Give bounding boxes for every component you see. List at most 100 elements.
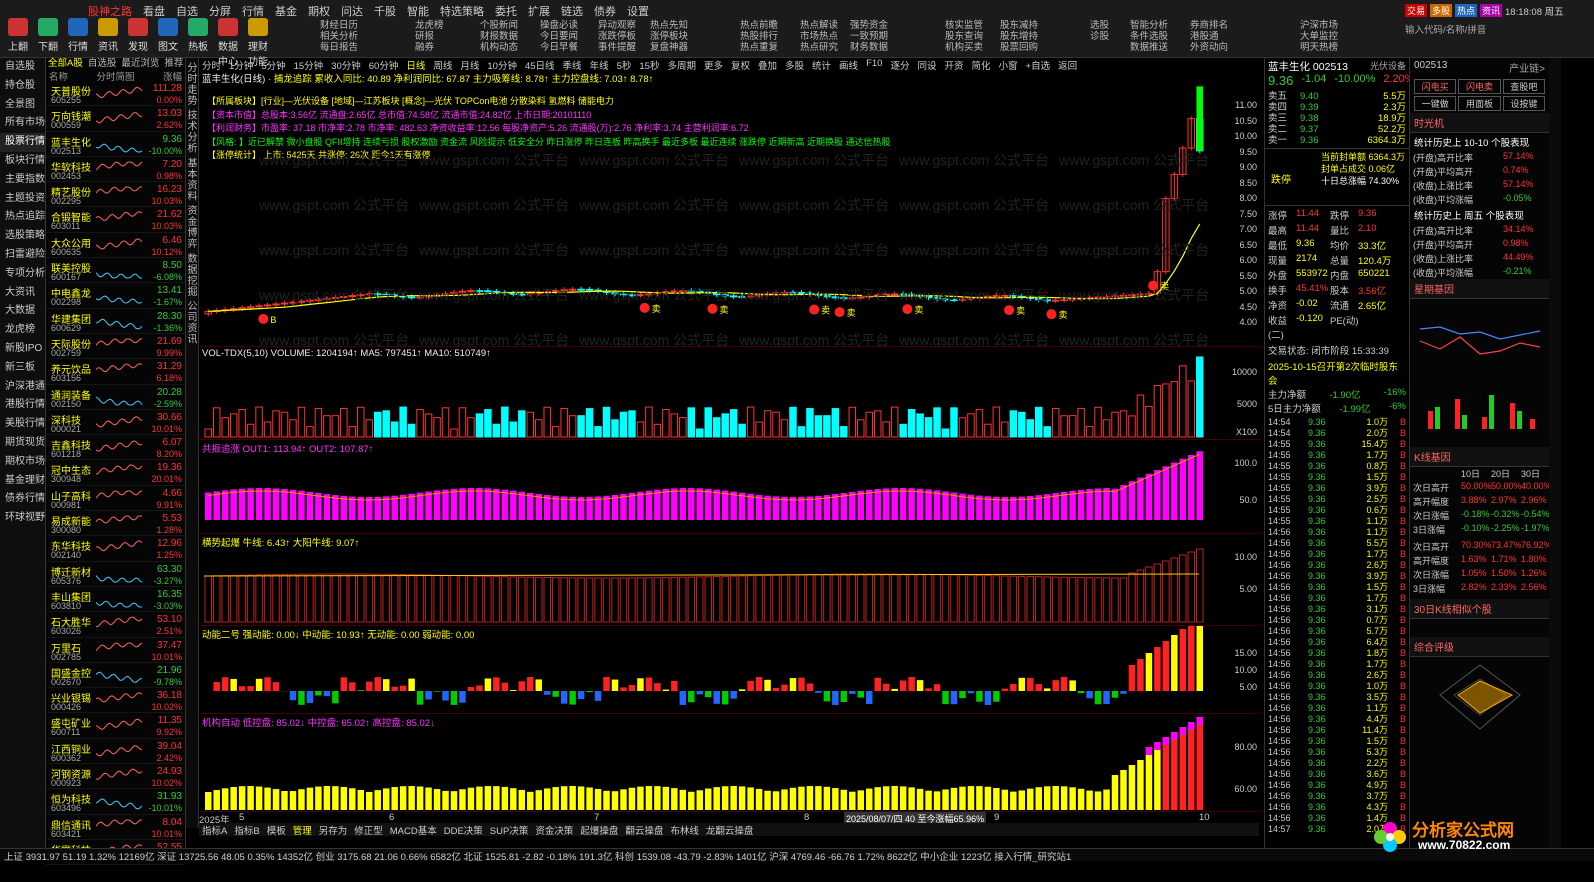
list-item[interactable]: 大众公用 600635 6.46 10.12% (46, 233, 185, 259)
indicator-tab[interactable]: 管理 (293, 823, 312, 837)
list-item[interactable]: 深科技 000021 30.66 10.01% (46, 410, 185, 436)
indicator-tab[interactable]: 修正型 (354, 823, 383, 837)
list-item[interactable]: 万向钱潮 000559 13.03 2.62% (46, 106, 185, 132)
quick-tab-trade[interactable]: 交易 (1405, 4, 1428, 17)
period-5[interactable]: 60分钟 (369, 58, 399, 72)
trade-btn[interactable]: 闪电卖 (1458, 79, 1501, 94)
list-item[interactable]: 博迁新材 605376 63.30 -3.27% (46, 562, 185, 587)
indicator-2-panel[interactable]: 横势起爆 牛线: 6.43↑ 大阳牛线: 9.07↑ 10.00 5.00 (199, 534, 1259, 626)
trade-btn[interactable]: 设按键 (1502, 96, 1545, 111)
trade-btn[interactable]: 一键做 (1414, 96, 1457, 111)
indicator-tab[interactable]: SUP决策 (490, 823, 529, 837)
menu-5[interactable]: 基金 (275, 3, 297, 19)
ask-row[interactable]: 卖一 9.36 6364.3万 (1265, 135, 1409, 146)
submenu-11[interactable]: 股东减持 股东增持 股票回购 (1000, 20, 1038, 53)
period-10[interactable]: 45日线 (525, 58, 555, 72)
notice[interactable]: 2025-10-15召开第2次临时股东会 (1265, 359, 1409, 387)
main-kline-panel[interactable]: 蓝丰生化(日线) · 捕龙追踪 累收入同比: 40.89 净利润同比: 67.8… (199, 70, 1259, 347)
submenu-13[interactable]: 智能分析 条件选股 数据推送 (1130, 20, 1168, 53)
period-20[interactable]: 统计 (812, 58, 831, 72)
period-3[interactable]: 15分钟 (294, 58, 324, 72)
indicator-1-panel[interactable]: 共振追涨 OUT1: 113.94↑ OUT2: 107.87↑ 100.0 50… (199, 440, 1259, 534)
indicator-tab[interactable]: 指标A (202, 823, 227, 837)
nav-item[interactable]: 持仓股 (0, 77, 45, 96)
submenu-15[interactable]: 沪深市场 大单监控 明天热榜 (1300, 20, 1338, 53)
menu-15[interactable]: 设置 (627, 3, 649, 19)
menu-4[interactable]: 行情 (242, 3, 264, 19)
ask-row[interactable]: 卖五 9.40 5.5万 (1265, 91, 1409, 102)
period-12[interactable]: 年线 (590, 58, 609, 72)
submenu-10[interactable]: 核实监管 股东查询 机构买卖 (945, 20, 983, 53)
tick-list[interactable]: 14:54 9.36 1.0万 B 14:54 9.36 2.0万 B 14:55 9.36 15.… (1265, 417, 1409, 835)
quick-tab-news[interactable]: 资讯 (1480, 4, 1503, 17)
nav-item[interactable]: 大数据 (0, 302, 45, 321)
nav-item[interactable]: 债券行情 (0, 490, 45, 509)
period-15[interactable]: 多周期 (667, 58, 696, 72)
submenu-1[interactable]: 财经日历 相关分析 每日报告 (320, 20, 358, 53)
list-item[interactable]: 山子高科 000981 4.66 9.91% (46, 486, 185, 512)
period-13[interactable]: 5秒 (617, 58, 632, 72)
nav-item[interactable]: 期权市场 (0, 453, 45, 472)
menu-0[interactable]: 股神之路 (88, 3, 132, 19)
period-19[interactable]: 多股 (785, 58, 804, 72)
submenu-5[interactable]: 异动观察 涨跌停板 事件提醒 (598, 20, 636, 53)
list-item[interactable]: 鼎信通讯 603421 8.04 10.01% (46, 815, 185, 840)
list-item[interactable]: 华建集团 600629 28.30 -1.36% (46, 309, 185, 334)
nav-item[interactable]: 主题投资 (0, 190, 45, 209)
period-22[interactable]: F10 (866, 58, 882, 70)
menu-13[interactable]: 链选 (561, 3, 583, 19)
period-27[interactable]: 小窗 (999, 58, 1018, 72)
list-item[interactable]: 冠中生态 300948 19.36 20.01% (46, 460, 185, 486)
list-item[interactable]: 华软科技 002453 7.20 0.98% (46, 157, 185, 183)
submenu-7[interactable]: 热点前瞻 热股排行 热点重复 (740, 20, 778, 53)
period-16[interactable]: 更多 (704, 58, 723, 72)
period-4[interactable]: 30分钟 (331, 58, 361, 72)
indicator-tab[interactable]: 龙翻云操盘 (706, 823, 754, 837)
menu-14[interactable]: 债券 (594, 3, 616, 19)
period-14[interactable]: 15秒 (639, 58, 659, 72)
nav-item[interactable]: 沪深港通 (0, 378, 45, 397)
nav-item[interactable]: 热点追踪 (0, 208, 45, 227)
quick-tab-multi[interactable]: 多股 (1430, 4, 1453, 17)
list-item[interactable]: 蓝丰生化 002513 9.36 -10.00% (46, 132, 185, 157)
nav-item[interactable]: 大资讯 (0, 284, 45, 303)
nav-item[interactable]: 自选股 (0, 58, 45, 77)
menu-12[interactable]: 扩展 (528, 3, 550, 19)
submenu-9[interactable]: 强势资金 一致预期 财务数据 (850, 20, 888, 53)
list-tab[interactable]: 推荐 (164, 58, 183, 69)
nav-item[interactable]: 全景图 (0, 96, 45, 115)
menu-6[interactable]: 期权 (308, 3, 330, 19)
list-item[interactable]: 江西铜业 600362 39.04 2.42% (46, 739, 185, 765)
submenu-6[interactable]: 热点先知 涨停板块 复盘神器 (650, 20, 688, 53)
list-tab[interactable]: 全部A股 (48, 58, 83, 69)
period-2[interactable]: 5分钟 (261, 58, 285, 72)
list-item[interactable]: 兴业银锡 000426 36.18 10.02% (46, 688, 185, 714)
nav-item[interactable]: 期货现货 (0, 434, 45, 453)
menu-11[interactable]: 委托 (495, 3, 517, 19)
nav-item[interactable]: 板块行情 (0, 152, 45, 171)
ask-row[interactable]: 卖二 9.37 52.2万 (1265, 124, 1409, 135)
submenu-3[interactable]: 个股新闻 财报数据 机构动态 (480, 20, 518, 53)
kline-gene-title[interactable]: K线基因 (1410, 447, 1549, 467)
list-item[interactable]: 盛屯矿业 600711 11.35 9.92% (46, 713, 185, 739)
list-item[interactable]: 养元饮品 603156 31.29 6.18% (46, 359, 185, 385)
list-tab[interactable]: 最近浏览 (121, 58, 159, 69)
far-industry[interactable]: 产业链> (1509, 60, 1545, 75)
indicator-4-panel[interactable]: 机构自动 低控盘: 85.02↓ 中控盘: 65.02↑ 高控盘: 85.02↓… (199, 714, 1259, 812)
period-23[interactable]: 逐分 (890, 58, 909, 72)
list-item[interactable]: 东华科技 002140 12.96 1.25% (46, 536, 185, 562)
list-tab[interactable]: 自选股 (88, 58, 117, 69)
list-item[interactable]: 丰山集团 603810 16.35 -3.03% (46, 587, 185, 613)
period-17[interactable]: 复权 (731, 58, 750, 72)
period-9[interactable]: 10分钟 (487, 58, 517, 72)
nav-item[interactable]: 主要指数 (0, 171, 45, 190)
volume-panel[interactable]: VOL-TDX(5,10) VOLUME: 1204194↑ MA5: 7974… (199, 347, 1259, 440)
period-18[interactable]: 叠加 (758, 58, 777, 72)
kline-chart[interactable]: 分时 1分钟 5分钟 15分钟 30分钟 60分钟 日线 周线 月线 10分钟 45日线 季线 年线 5秒… (199, 58, 1259, 828)
period-11[interactable]: 季线 (563, 58, 582, 72)
period-8[interactable]: 月线 (460, 58, 479, 72)
period-1[interactable]: 1分钟 (229, 58, 253, 72)
rating-title[interactable]: 综合评级 (1410, 637, 1549, 657)
list-item[interactable]: 合锻智能 603011 21.62 10.03% (46, 207, 185, 233)
menu-3[interactable]: 分屏 (209, 3, 231, 19)
